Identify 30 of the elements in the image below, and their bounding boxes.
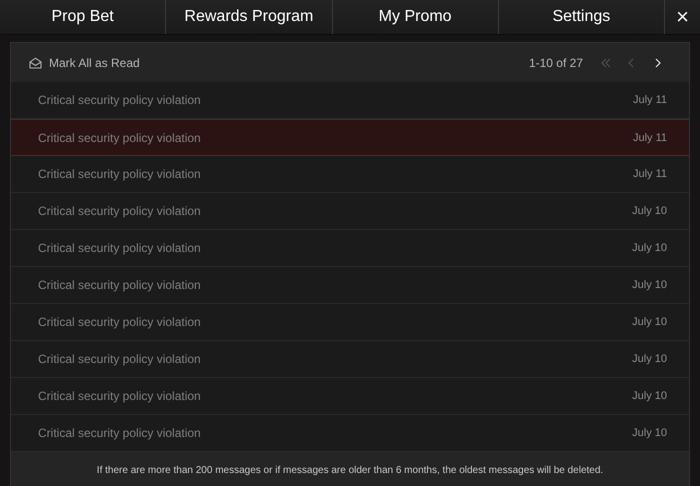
- mark-all-read-button[interactable]: Mark All as Read: [29, 56, 140, 70]
- tab[interactable]: Rewards Program: [166, 0, 332, 34]
- message-subject: Critical security policy violation: [38, 389, 201, 403]
- message-date: July 10: [632, 205, 667, 217]
- message-date: July 10: [632, 353, 667, 365]
- message-subject: Critical security policy violation: [38, 204, 201, 218]
- message-date: July 10: [632, 390, 667, 402]
- close-button[interactable]: ×: [665, 0, 700, 34]
- footer-note: If there are more than 200 messages or if messages are older than 6 months, the oldest messages will be deleted.: [96, 464, 604, 476]
- message-subject: Critical security policy violation: [38, 278, 201, 292]
- message-date: July 10: [632, 279, 667, 291]
- tab[interactable]: Prop Bet: [0, 0, 166, 34]
- message-subject: Critical security policy violation: [38, 352, 201, 366]
- message-row[interactable]: Critical security policy violation July 11: [11, 119, 689, 156]
- envelope-icon: [29, 56, 42, 68]
- message-subject: Critical security policy violation: [38, 130, 201, 144]
- message-date: July 10: [632, 316, 667, 328]
- message-date: July 11: [632, 94, 667, 106]
- message-date: July 11: [632, 168, 667, 180]
- page-range: 1-10 of 27: [528, 56, 583, 70]
- message-subject: Critical security policy violation: [38, 93, 201, 107]
- message-subject: Critical security policy violation: [38, 426, 201, 440]
- message-subject: Critical security policy violation: [38, 167, 201, 181]
- tab[interactable]: My Promo: [332, 0, 499, 34]
- message-date: July 11: [632, 132, 667, 144]
- message-subject: Critical security policy violation: [38, 241, 201, 255]
- message-date: July 10: [632, 242, 667, 254]
- message-subject: Critical security policy violation: [38, 315, 201, 329]
- message-date: July 10: [632, 427, 667, 439]
- tab[interactable]: Settings: [498, 0, 665, 34]
